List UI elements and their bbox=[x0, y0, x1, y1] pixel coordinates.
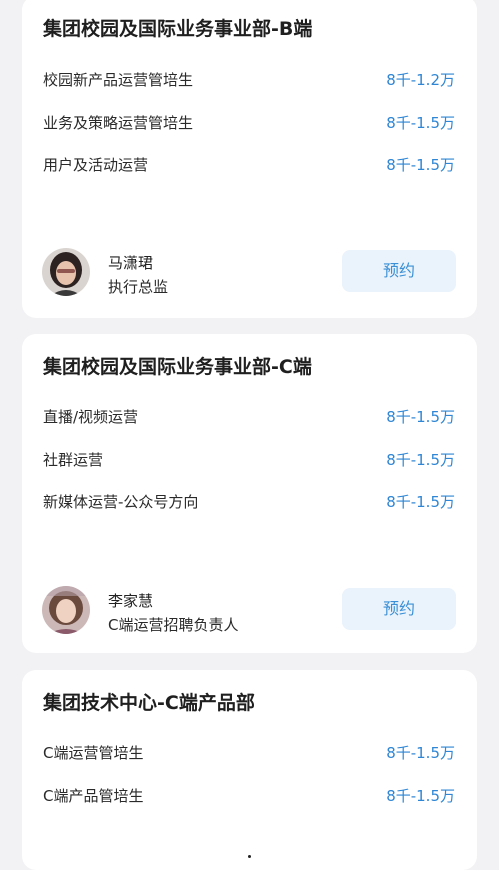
job-name: 社群运营 bbox=[43, 451, 104, 469]
job-salary: 8千-1.5万 bbox=[386, 493, 455, 511]
job-row[interactable]: 新媒体运营-公众号方向 8千-1.5万 bbox=[22, 488, 477, 514]
avatar bbox=[42, 248, 90, 296]
job-row[interactable]: C端产品管培生 8千-1.5万 bbox=[22, 782, 477, 808]
recruiter-section: 李家慧 C端运营招聘负责人 预约 bbox=[22, 586, 477, 646]
department-title: 集团校园及国际业务事业部-B端 bbox=[43, 18, 313, 40]
book-button[interactable]: 预约 bbox=[342, 250, 456, 292]
job-salary: 8千-1.5万 bbox=[386, 787, 455, 805]
recruiter-name: 李家慧 bbox=[108, 592, 154, 610]
job-name: 业务及策略运营管培生 bbox=[43, 114, 194, 132]
recruiter-section: 马潇珺 执行总监 预约 bbox=[22, 248, 477, 308]
job-name: 直播/视频运营 bbox=[43, 408, 139, 426]
job-row[interactable]: C端运营管培生 8千-1.5万 bbox=[22, 739, 477, 765]
job-salary: 8千-1.2万 bbox=[386, 71, 455, 89]
job-salary: 8千-1.5万 bbox=[386, 744, 455, 762]
job-name: C端运营管培生 bbox=[43, 744, 144, 762]
job-row[interactable]: 校园新产品运营管培生 8千-1.2万 bbox=[22, 66, 477, 92]
job-salary: 8千-1.5万 bbox=[386, 114, 455, 132]
department-title: 集团校园及国际业务事业部-C端 bbox=[43, 356, 312, 378]
job-salary: 8千-1.5万 bbox=[386, 408, 455, 426]
job-salary: 8千-1.5万 bbox=[386, 156, 455, 174]
job-name: C端产品管培生 bbox=[43, 787, 144, 805]
scroll-indicator-dot bbox=[248, 855, 251, 858]
job-row[interactable]: 业务及策略运营管培生 8千-1.5万 bbox=[22, 109, 477, 135]
job-name: 用户及活动运营 bbox=[43, 156, 149, 174]
position-card: 集团技术中心-C端产品部 C端运营管培生 8千-1.5万 C端产品管培生 8千-… bbox=[22, 670, 477, 870]
job-row[interactable]: 社群运营 8千-1.5万 bbox=[22, 446, 477, 472]
department-title: 集团技术中心-C端产品部 bbox=[43, 692, 255, 714]
recruiter-title: 执行总监 bbox=[108, 278, 169, 296]
job-name: 校园新产品运营管培生 bbox=[43, 71, 194, 89]
recruiter-title: C端运营招聘负责人 bbox=[108, 616, 239, 634]
avatar bbox=[42, 586, 90, 634]
job-name: 新媒体运营-公众号方向 bbox=[43, 493, 199, 511]
job-row[interactable]: 直播/视频运营 8千-1.5万 bbox=[22, 403, 477, 429]
job-salary: 8千-1.5万 bbox=[386, 451, 455, 469]
recruiter-name: 马潇珺 bbox=[108, 254, 154, 272]
position-card: 集团校园及国际业务事业部-B端 校园新产品运营管培生 8千-1.2万 业务及策略… bbox=[22, 0, 477, 318]
book-button[interactable]: 预约 bbox=[342, 588, 456, 630]
position-card: 集团校园及国际业务事业部-C端 直播/视频运营 8千-1.5万 社群运营 8千-… bbox=[22, 334, 477, 653]
job-row[interactable]: 用户及活动运营 8千-1.5万 bbox=[22, 151, 477, 177]
